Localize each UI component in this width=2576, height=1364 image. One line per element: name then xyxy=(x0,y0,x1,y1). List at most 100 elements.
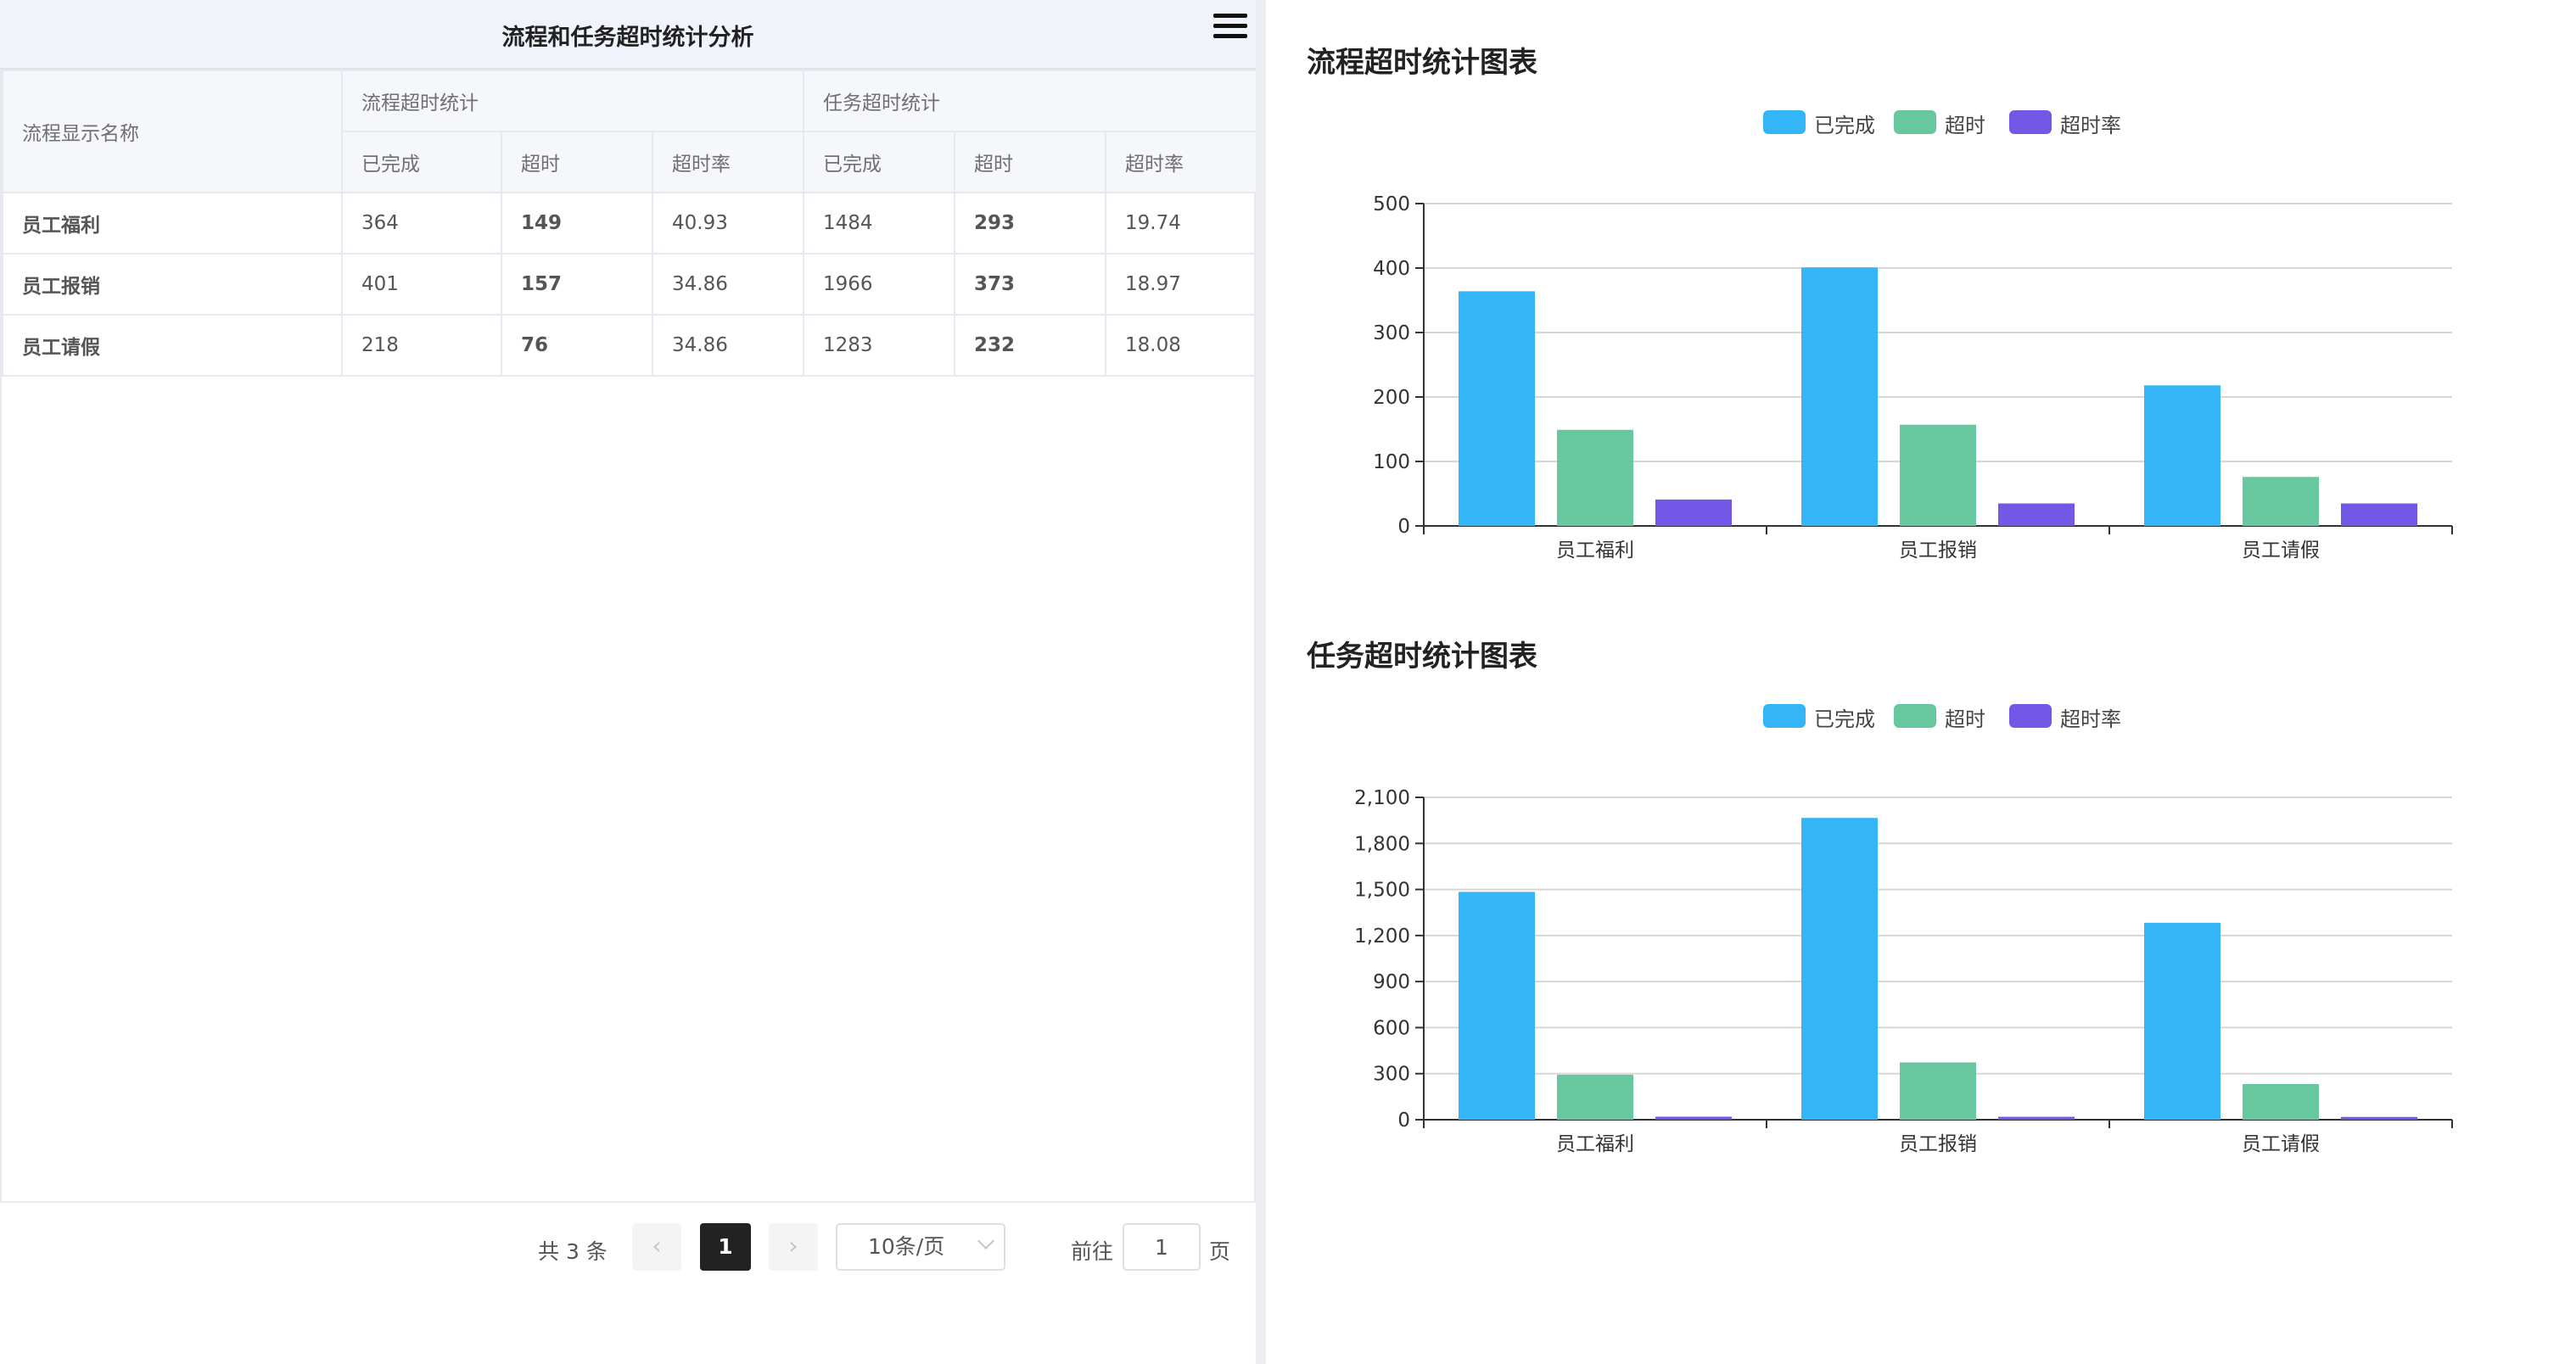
bar-timeout-rate[interactable] xyxy=(2341,1116,2417,1120)
stats-panel: 流程和任务超时统计分析 流程显示名称 流程超时统计 任务超时统计 已完成 超时 … xyxy=(0,0,1257,1364)
bar-timeout[interactable] xyxy=(2243,1084,2319,1120)
prev-page-button[interactable]: ‹ xyxy=(632,1223,681,1271)
goto-page-input[interactable] xyxy=(1123,1223,1201,1271)
menu-icon-bar xyxy=(1213,24,1247,28)
bar-timeout-rate[interactable] xyxy=(2341,503,2417,526)
process-completed-cell: 401 xyxy=(341,253,502,316)
next-page-button[interactable]: › xyxy=(769,1223,818,1271)
y-tick-label: 1,200 xyxy=(1354,925,1410,948)
charts-panel: 流程超时统计图表 已完成 超时 超时率 0 100 200 300 400 500 员工福利 员工… xyxy=(1266,0,2576,1364)
legend-swatch xyxy=(1763,704,1806,728)
y-tick-label: 1,500 xyxy=(1354,880,1410,902)
process-chart: 0 100 200 300 400 500 员工福利 员工报销 员工请假 xyxy=(1373,193,2453,562)
legend-swatch xyxy=(1894,110,1936,134)
x-tick-label: 员工报销 xyxy=(1899,1133,1977,1155)
y-tick-label: 1,800 xyxy=(1354,833,1410,855)
menu-icon[interactable] xyxy=(1212,12,1249,41)
legend-swatch xyxy=(2009,110,2052,134)
legend-label: 已完成 xyxy=(1814,114,1875,137)
task-completed-cell: 1484 xyxy=(803,192,955,254)
process-name-link[interactable]: 员工请假 xyxy=(2,314,343,377)
process-timeout-rate-cell: 34.86 xyxy=(652,253,804,316)
process-chart-title: 流程超时统计图表 xyxy=(1307,46,1537,80)
bar-timeout[interactable] xyxy=(1900,424,1976,526)
menu-icon-bar xyxy=(1213,14,1247,18)
bar-completed[interactable] xyxy=(1459,291,1535,526)
chevron-down-icon xyxy=(977,1233,994,1249)
header-task-timeout-rate[interactable]: 超时率 xyxy=(1105,131,1257,193)
goto-label: 前往 xyxy=(1071,1239,1114,1264)
task-timeout-cell: 373 xyxy=(954,253,1106,316)
y-tick-label: 400 xyxy=(1373,258,1410,280)
legend-label: 超时率 xyxy=(2060,707,2121,731)
task-chart-legend: 已完成 超时 超时率 xyxy=(1266,699,2576,733)
legend-swatch xyxy=(1894,704,1936,728)
app-root: 流程和任务超时统计分析 流程显示名称 流程超时统计 任务超时统计 已完成 超时 … xyxy=(0,0,2576,1364)
bar-timeout-rate[interactable] xyxy=(1655,499,1732,526)
header-process-timeout[interactable]: 超时 xyxy=(501,131,653,193)
process-timeout-rate-cell: 34.86 xyxy=(652,314,804,377)
y-tick-label: 300 xyxy=(1373,1064,1410,1086)
header-process-completed[interactable]: 已完成 xyxy=(341,131,502,193)
legend-label: 超时 xyxy=(1945,707,1985,731)
table-row[interactable]: 员工福利 364 149 40.93 1484 293 19.74 xyxy=(2,192,1257,254)
panel-divider[interactable] xyxy=(1256,0,1266,1364)
pagination: 共 3 条 ‹ 1 › 10条/页 前往 页 xyxy=(0,1205,1256,1289)
header-task-timeout[interactable]: 超时 xyxy=(954,131,1106,193)
header-process-name[interactable]: 流程显示名称 xyxy=(2,70,343,193)
process-timeout-cell: 157 xyxy=(501,253,653,316)
page-size-select[interactable]: 10条/页 xyxy=(836,1223,1005,1271)
y-tick-label: 2,100 xyxy=(1354,787,1410,809)
header-task-completed[interactable]: 已完成 xyxy=(803,131,955,193)
y-tick-label: 100 xyxy=(1373,451,1410,473)
y-tick-label: 200 xyxy=(1373,387,1410,409)
bar-timeout[interactable] xyxy=(1900,1062,1976,1120)
task-timeout-cell: 293 xyxy=(954,192,1106,254)
bar-timeout[interactable] xyxy=(1557,1074,1633,1120)
page-number-current[interactable]: 1 xyxy=(700,1223,751,1271)
table-row[interactable]: 员工请假 218 76 34.86 1283 232 18.08 xyxy=(2,314,1257,377)
y-tick-label: 900 xyxy=(1373,971,1410,993)
bar-timeout[interactable] xyxy=(2243,477,2319,526)
timeout-stats-table: 流程显示名称 流程超时统计 任务超时统计 已完成 超时 超时率 已完成 超时 超… xyxy=(2,70,1257,377)
legend-swatch xyxy=(1763,110,1806,134)
process-chart-legend: 已完成 超时 超时率 xyxy=(1266,105,2576,139)
legend-swatch xyxy=(2009,704,2052,728)
task-chart: 0 300 600 900 1,200 1,500 1,800 2,100 员工福利 员工报销 员工… xyxy=(1354,787,2453,1155)
task-timeout-rate-cell: 19.74 xyxy=(1105,192,1257,254)
bar-timeout-rate[interactable] xyxy=(1998,1116,2075,1120)
bar-timeout-rate[interactable] xyxy=(1998,503,2075,526)
x-tick-label: 员工请假 xyxy=(2242,539,2320,562)
y-tick-label: 500 xyxy=(1373,193,1410,215)
bar-completed[interactable] xyxy=(2144,385,2220,526)
process-timeout-cell: 149 xyxy=(501,192,653,254)
x-tick-label: 员工福利 xyxy=(1556,539,1634,562)
process-timeout-rate-cell: 40.93 xyxy=(652,192,804,254)
process-completed-cell: 218 xyxy=(341,314,502,377)
bar-completed[interactable] xyxy=(1801,267,1878,526)
bar-completed[interactable] xyxy=(1801,818,1878,1120)
task-timeout-cell: 232 xyxy=(954,314,1106,377)
y-tick-label: 600 xyxy=(1373,1017,1410,1039)
legend-label: 超时率 xyxy=(2060,114,2121,137)
x-tick-label: 员工报销 xyxy=(1899,539,1977,562)
x-tick-label: 员工福利 xyxy=(1556,1133,1634,1155)
bar-timeout[interactable] xyxy=(1557,429,1633,526)
page-title: 流程和任务超时统计分析 xyxy=(501,25,754,51)
header-process-timeout-rate[interactable]: 超时率 xyxy=(652,131,804,193)
bar-completed[interactable] xyxy=(2144,922,2220,1120)
process-name-link[interactable]: 员工福利 xyxy=(2,192,343,254)
panel-header: 流程和任务超时统计分析 xyxy=(0,0,1256,70)
table-row[interactable]: 员工报销 401 157 34.86 1966 373 18.97 xyxy=(2,253,1257,316)
bar-completed[interactable] xyxy=(1459,892,1535,1120)
header-group-task: 任务超时统计 xyxy=(803,70,1257,132)
total-count: 共 3 条 xyxy=(538,1239,608,1264)
menu-icon-bar xyxy=(1213,34,1247,38)
task-completed-cell: 1283 xyxy=(803,314,955,377)
task-chart-title: 任务超时统计图表 xyxy=(1307,640,1537,674)
task-timeout-rate-cell: 18.97 xyxy=(1105,253,1257,316)
process-name-link[interactable]: 员工报销 xyxy=(2,253,343,316)
bar-timeout-rate[interactable] xyxy=(1655,1116,1732,1120)
header-group-process: 流程超时统计 xyxy=(341,70,804,132)
goto-suffix: 页 xyxy=(1209,1239,1231,1264)
